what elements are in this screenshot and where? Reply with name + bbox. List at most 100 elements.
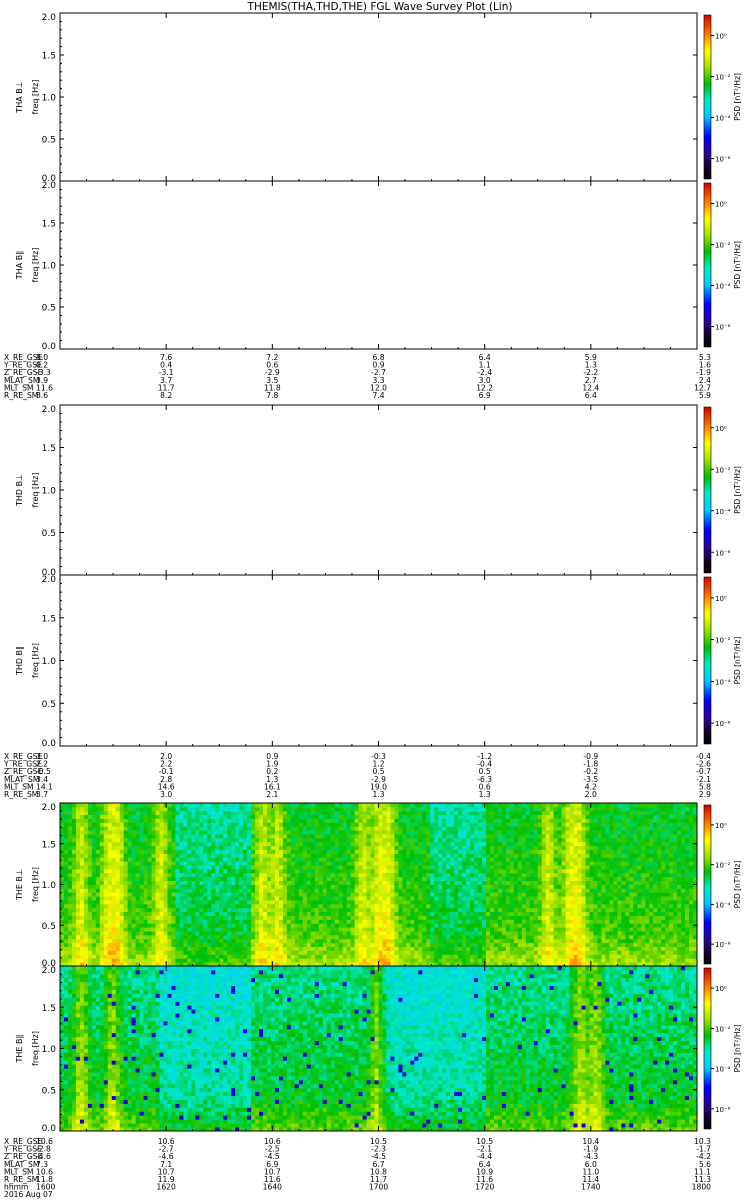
heatmap-cell: [378, 834, 383, 839]
heatmap-cell: [147, 934, 152, 940]
heatmap-cell: [135, 907, 141, 913]
heatmap-cell: [119, 946, 125, 951]
heatmap-cell: [501, 806, 507, 812]
heatmap-cell: [103, 849, 109, 854]
heatmap-cell: [183, 810, 188, 816]
heatmap-cell: [211, 958, 216, 963]
heatmap-cell: [83, 880, 89, 885]
heatmap-cell: [187, 892, 192, 897]
heatmap-cell: [454, 934, 459, 940]
heatmap-cell: [338, 958, 344, 963]
heatmap-cell: [446, 934, 451, 940]
heatmap-cell: [290, 806, 296, 812]
heatmap-cell: [398, 942, 403, 947]
heatmap-cell: [79, 826, 85, 831]
heatmap-cell: [314, 919, 320, 924]
heatmap-cell: [330, 834, 336, 839]
heatmap-cell: [298, 872, 304, 878]
colorbar-gradient: [703, 14, 712, 180]
heatmap-cell: [151, 919, 156, 924]
heatmap-cell: [243, 931, 248, 936]
heatmap-cell: [370, 923, 375, 928]
heatmap-cell: [259, 892, 264, 897]
heatmap-cell: [203, 845, 208, 850]
heatmap-cell: [485, 919, 491, 924]
heatmap-cell: [458, 834, 463, 839]
heatmap-cell: [466, 903, 471, 909]
heatmap-cell: [501, 900, 507, 905]
heatmap-cell: [139, 934, 145, 940]
heatmap-cell: [95, 950, 101, 955]
heatmap-cell: [155, 946, 160, 951]
heatmap-cell: [422, 814, 427, 819]
heatmap-cell: [414, 903, 419, 909]
heatmap-cell: [386, 884, 391, 889]
heatmap-cell: [501, 954, 507, 959]
heatmap-cell: [366, 896, 371, 901]
heatmap-cell: [362, 907, 367, 913]
heatmap-cell: [191, 814, 196, 819]
heatmap-cell: [123, 834, 129, 839]
heatmap-cell: [191, 822, 196, 827]
heatmap-cell: [478, 868, 483, 874]
heatmap-cell: [107, 888, 113, 893]
heatmap-cell: [227, 841, 232, 847]
heatmap-cell: [60, 876, 65, 882]
heatmap-cell: [91, 834, 97, 839]
heatmap-cell: [366, 954, 371, 959]
heatmap-cell: [135, 826, 141, 831]
heatmap-cell: [482, 857, 487, 862]
heatmap-cell: [143, 915, 148, 920]
heatmap-cell: [203, 803, 208, 808]
heatmap-cell: [334, 853, 340, 858]
heatmap-cell: [334, 865, 340, 870]
heatmap-cell: [123, 896, 129, 901]
heatmap-cell: [159, 907, 164, 913]
heatmap-cell: [306, 907, 312, 913]
heatmap-cell: [219, 853, 224, 858]
heatmap-cell: [103, 915, 109, 920]
heatmap-cell: [294, 818, 300, 823]
heatmap-cell: [402, 911, 407, 916]
heatmap-cell: [95, 806, 101, 812]
heatmap-cell: [278, 884, 284, 889]
heatmap-cell: [274, 845, 280, 850]
heatmap-cell: [310, 900, 316, 905]
heatmap-cell: [251, 865, 256, 870]
heatmap-cell: [243, 884, 248, 889]
heatmap-cell: [478, 822, 483, 827]
heatmap-cell: [414, 814, 419, 819]
heatmap-cell: [410, 803, 415, 808]
heatmap-cell: [294, 803, 300, 808]
heatmap-cell: [107, 907, 113, 913]
heatmap-cell: [398, 919, 403, 924]
heatmap-cell: [378, 868, 383, 874]
heatmap-cell: [505, 803, 511, 808]
heatmap-cell: [470, 927, 475, 932]
heatmap-cell: [286, 826, 292, 831]
heatmap-cell: [330, 923, 336, 928]
heatmap-cell: [482, 896, 487, 901]
heatmap-cell: [255, 915, 260, 920]
heatmap-cell: [191, 841, 196, 847]
heatmap-cell: [195, 806, 200, 812]
heatmap-cell: [382, 892, 387, 897]
colorbar-gradient: [703, 576, 712, 745]
heatmap-cell: [314, 880, 320, 885]
heatmap-cell: [223, 853, 228, 858]
heatmap-cell: [151, 896, 156, 901]
heatmap-cell: [175, 919, 180, 924]
heatmap-cell: [155, 931, 160, 936]
heatmap-cell: [370, 806, 375, 812]
heatmap-cell: [442, 923, 447, 928]
heatmap-cell: [410, 900, 415, 905]
heatmap-cell: [71, 865, 77, 870]
heatmap-cell: [139, 915, 145, 920]
heatmap-cell: [67, 946, 73, 951]
heatmap-cell: [115, 884, 121, 889]
heatmap-cell: [167, 950, 172, 955]
heatmap-cell: [175, 923, 180, 928]
heatmap-cell: [91, 857, 97, 862]
heatmap-cell: [513, 934, 519, 940]
heatmap-cell: [167, 845, 172, 850]
